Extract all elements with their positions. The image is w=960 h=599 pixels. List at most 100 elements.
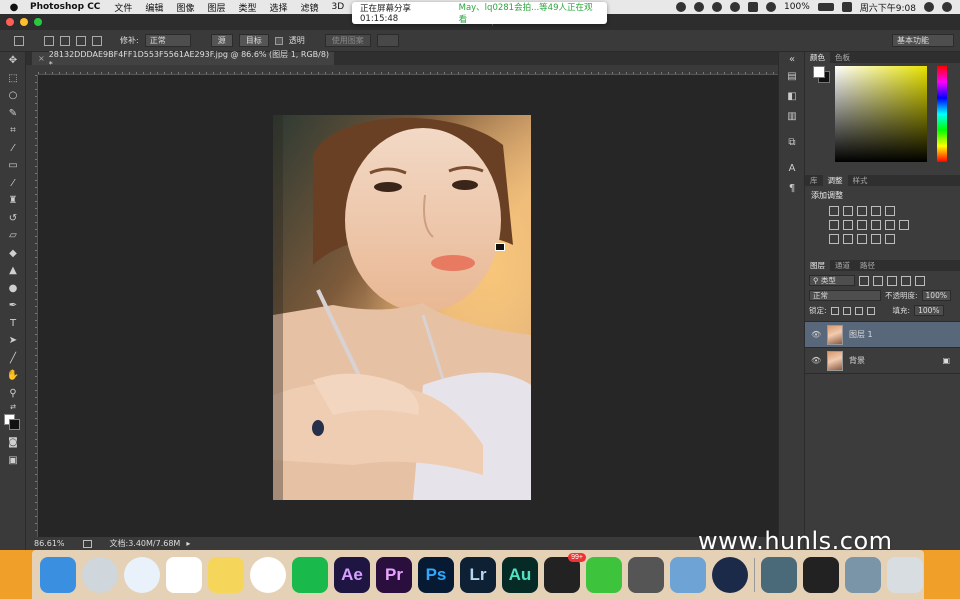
preview-icon[interactable] (670, 556, 706, 593)
zoom-level[interactable]: 86.61% (34, 539, 65, 548)
clone-source-icon[interactable]: ⧉ (779, 132, 805, 152)
hand-tool-icon[interactable]: ✋ (0, 367, 26, 385)
clock[interactable]: 周六下午9:08 (860, 1, 916, 14)
iqiyi-icon[interactable] (292, 556, 328, 593)
eyedropper-tool-icon[interactable]: ⁄ (0, 140, 26, 158)
document-photo[interactable] (273, 115, 531, 500)
zoom-tool-icon[interactable]: ⚲ (0, 385, 26, 403)
finder-icon[interactable] (40, 556, 76, 593)
swap-colors-icon[interactable]: ⇄ (0, 402, 26, 412)
channel-mixer-adjust-icon[interactable] (885, 220, 895, 230)
tab-styles[interactable]: 样式 (848, 175, 873, 186)
qq-status-icon[interactable] (694, 2, 705, 12)
history-brush-tool-icon[interactable]: ↺ (0, 210, 26, 228)
battery-icon[interactable] (817, 3, 834, 11)
exposure-adjust-icon[interactable] (871, 206, 881, 216)
filter-type-icon[interactable] (887, 275, 897, 286)
crop-tool-icon[interactable]: ⌗ (0, 122, 26, 140)
pen-tool-icon[interactable]: ✒ (0, 297, 26, 315)
screenshot-icon[interactable] (628, 556, 664, 593)
clone-stamp-tool-icon[interactable]: ♜ (0, 192, 26, 210)
gradient-map-adjust-icon[interactable] (871, 234, 881, 244)
bw-adjust-icon[interactable] (857, 220, 867, 230)
status-record-icon[interactable] (676, 2, 687, 12)
collapse-panels-icon[interactable]: « (779, 52, 805, 66)
menu-edit[interactable]: 编辑 (145, 1, 163, 14)
target-button[interactable]: 目标 (238, 34, 269, 47)
tab-swatches[interactable]: 色板 (830, 52, 855, 63)
quick-mask-icon[interactable]: ◙ (0, 434, 26, 452)
tab-layers[interactable]: 图层 (805, 260, 830, 271)
tab-paths[interactable]: 路径 (855, 260, 880, 271)
tab-adjustments[interactable]: 调整 (822, 175, 848, 186)
vertical-ruler[interactable] (26, 75, 38, 537)
lasso-tool-icon[interactable]: ○ (0, 87, 26, 105)
filter-adjust-icon[interactable] (873, 275, 883, 286)
filter-smart-icon[interactable] (915, 275, 925, 286)
horizontal-ruler[interactable] (38, 65, 778, 75)
stack-2-icon[interactable] (803, 556, 839, 593)
source-button[interactable]: 源 (210, 34, 233, 47)
workspace-select[interactable]: 基本功能 (892, 34, 954, 47)
patch-tool-icon[interactable]: ▭ (0, 157, 26, 175)
levels-adjust-icon[interactable] (843, 206, 853, 216)
notes-icon[interactable] (208, 556, 244, 593)
move-tool-icon[interactable]: ✥ (0, 52, 26, 70)
fill-input[interactable]: 100% (914, 305, 944, 316)
canvas-area[interactable] (38, 75, 778, 537)
apple-menu-icon[interactable]: ● (8, 2, 20, 13)
dodge-tool-icon[interactable]: ● (0, 280, 26, 298)
lightroom-icon[interactable]: Lr (460, 556, 496, 593)
opacity-input[interactable]: 100% (921, 290, 951, 301)
app-menu-photoshop[interactable]: Photoshop CC (30, 2, 100, 12)
use-pattern-button[interactable]: 使用图案 (324, 34, 371, 47)
paint-bucket-tool-icon[interactable]: ◆ (0, 245, 26, 263)
type-tool-icon[interactable]: T (0, 315, 26, 333)
selection-add-icon[interactable] (60, 35, 70, 46)
trash-icon[interactable] (887, 556, 923, 593)
layer-row[interactable]: 👁 图层 1 (805, 322, 960, 348)
patch-tool-preset-icon[interactable] (14, 35, 24, 46)
tab-color[interactable]: 颜色 (805, 52, 830, 63)
menu-3d[interactable]: 3D (332, 2, 345, 12)
cloud-icon[interactable] (712, 2, 723, 12)
selection-intersect-icon[interactable] (92, 35, 102, 46)
transparent-checkbox[interactable] (274, 36, 283, 45)
patch-mode-select[interactable]: 正常 (144, 34, 191, 47)
photoshop-icon[interactable]: Ps (418, 556, 454, 593)
layer-filter-select[interactable]: ⚲ 类型 (809, 275, 855, 286)
stack-3-icon[interactable] (845, 556, 881, 593)
selective-color-adjust-icon[interactable] (885, 234, 895, 244)
eraser-tool-icon[interactable]: ▱ (0, 227, 26, 245)
layer-name[interactable]: 图层 1 (849, 329, 873, 340)
threshold-adjust-icon[interactable] (857, 234, 867, 244)
visibility-eye-icon[interactable]: 👁 (811, 330, 821, 339)
marquee-tool-icon[interactable]: ⬚ (0, 70, 26, 88)
color-field[interactable] (835, 66, 927, 162)
status-menu-icon[interactable]: ▸ (186, 539, 190, 548)
tray-icon[interactable] (730, 2, 741, 12)
photos-icon[interactable] (250, 556, 286, 593)
spotlight-icon[interactable] (924, 2, 934, 12)
ruler-corner[interactable] (26, 65, 38, 75)
premiere-icon[interactable]: Pr (376, 556, 412, 593)
filter-pixel-icon[interactable] (859, 275, 869, 286)
menu-type[interactable]: 类型 (238, 1, 256, 14)
invert-adjust-icon[interactable] (829, 234, 839, 244)
character-panel-icon[interactable]: A (779, 158, 805, 178)
brush-tool-icon[interactable]: ⁄ (0, 175, 26, 193)
quicktime-icon[interactable] (712, 556, 748, 593)
photo-filter-adjust-icon[interactable] (871, 220, 881, 230)
layer-name[interactable]: 背景 (849, 355, 865, 366)
layer-row[interactable]: 👁 背景 ▣ (805, 348, 960, 374)
color-swatches[interactable] (0, 412, 26, 434)
blend-mode-select[interactable]: 正常 (809, 290, 881, 301)
close-document-icon[interactable]: × (38, 54, 45, 63)
blur-tool-icon[interactable]: ▲ (0, 262, 26, 280)
safari-icon[interactable] (124, 556, 160, 593)
lock-transparent-icon[interactable] (830, 306, 839, 315)
pattern-picker[interactable] (376, 34, 399, 47)
hue-sat-adjust-icon[interactable] (829, 220, 839, 230)
selection-new-icon[interactable] (44, 35, 54, 46)
battery-percent[interactable]: 100% (784, 2, 810, 12)
